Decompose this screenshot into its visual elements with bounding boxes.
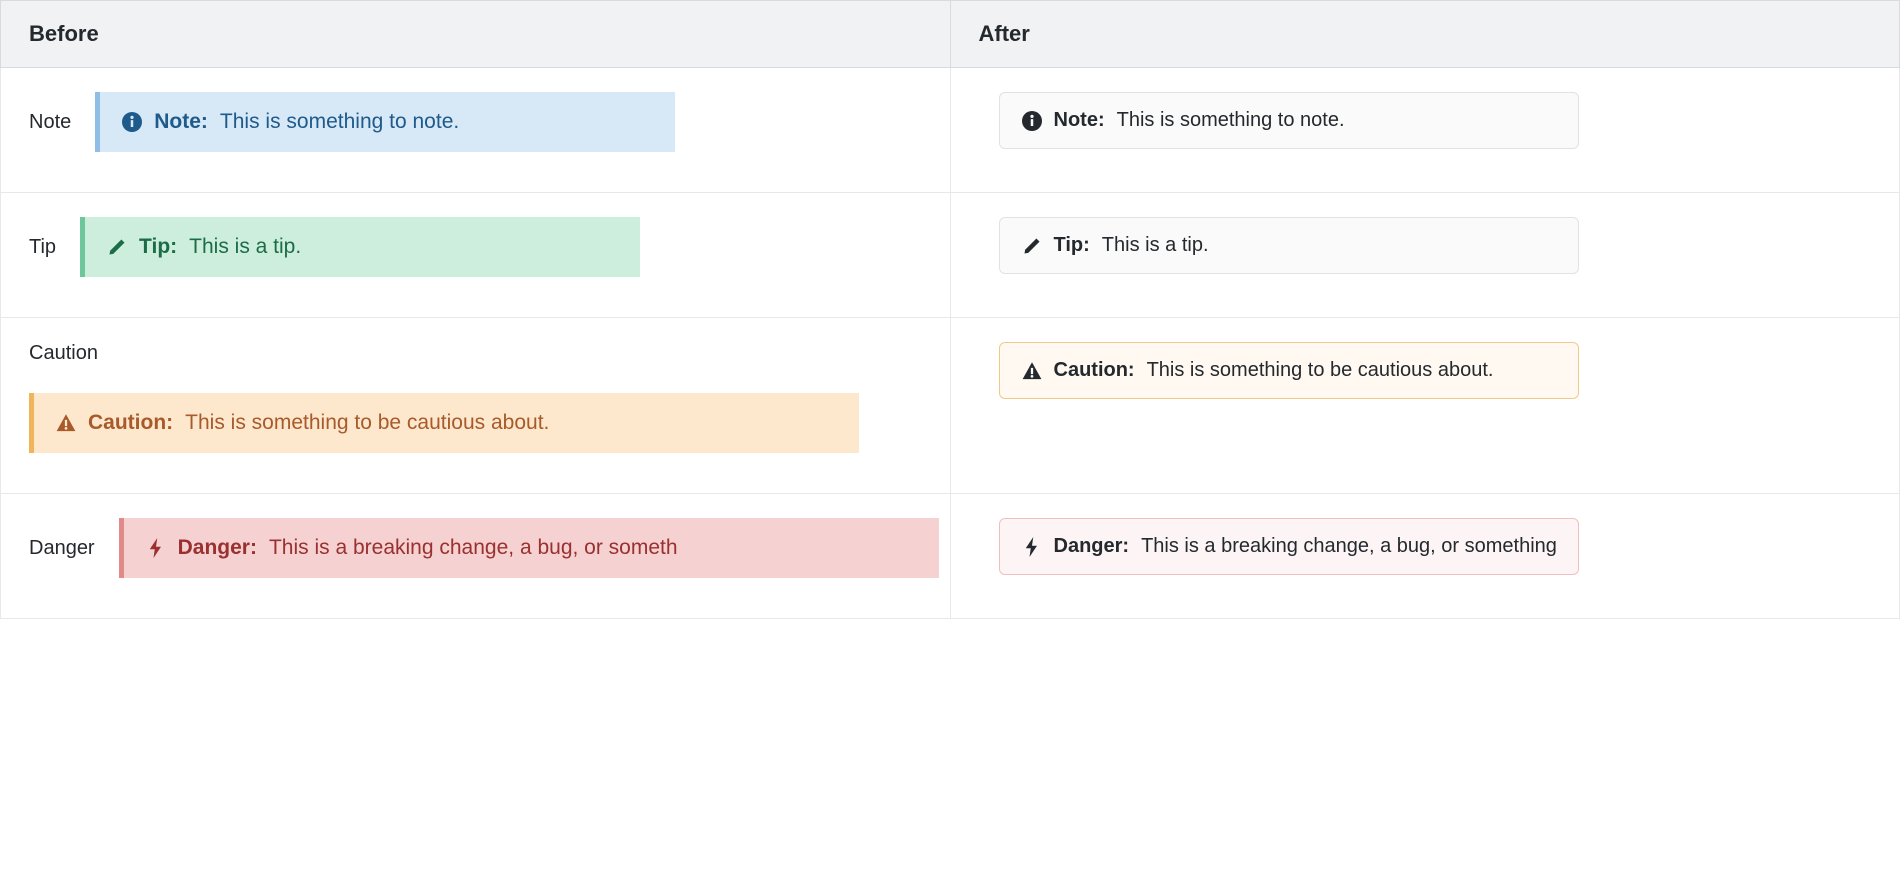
callout-caution-after: Caution: This is something to be cautiou…	[999, 342, 1579, 399]
callout-text: This is something to be cautious about.	[1147, 359, 1494, 382]
comparison-table: Before After Note Note: This is somethin…	[0, 0, 1900, 619]
callout-label: Danger:	[178, 536, 257, 560]
callout-text: This is something to note.	[1117, 109, 1345, 132]
row-label-tip: Tip	[29, 236, 56, 259]
info-circle-icon	[122, 112, 142, 132]
table-row: Tip Tip: This is a tip. Tip:	[1, 193, 1900, 318]
warning-triangle-icon	[1022, 361, 1042, 381]
table-row: Danger Danger: This is a breaking change…	[1, 494, 1900, 619]
callout-text: This is something to note.	[220, 110, 459, 134]
callout-label: Tip:	[1054, 234, 1090, 257]
callout-text: This is a tip.	[189, 235, 301, 259]
callout-label: Tip:	[139, 235, 177, 259]
callout-label: Note:	[154, 110, 208, 134]
callout-text: This is a tip.	[1102, 234, 1209, 257]
callout-note-after: Note: This is something to note.	[999, 92, 1579, 149]
warning-triangle-icon	[56, 413, 76, 433]
callout-label: Caution:	[1054, 359, 1135, 382]
callout-caution-before: Caution: This is something to be cautiou…	[29, 393, 859, 453]
info-circle-icon	[1022, 111, 1042, 131]
callout-danger-after: Danger: This is a breaking change, a bug…	[999, 518, 1579, 575]
callout-note-before: Note: This is something to note.	[95, 92, 675, 152]
lightning-icon	[1022, 537, 1042, 557]
lightning-icon	[146, 538, 166, 558]
table-row: Note Note: This is something to note.	[1, 68, 1900, 193]
callout-tip-after: Tip: This is a tip.	[999, 217, 1579, 274]
column-header-after: After	[950, 1, 1900, 68]
pencil-icon	[1022, 236, 1042, 256]
callout-label: Caution:	[88, 411, 173, 435]
callout-text: This is a breaking change, a bug, or som…	[269, 536, 678, 560]
row-label-danger: Danger	[29, 537, 95, 560]
callout-label: Danger:	[1054, 535, 1130, 558]
callout-label: Note:	[1054, 109, 1105, 132]
row-label-note: Note	[29, 111, 71, 134]
table-row: Caution Caution: This is something to be…	[1, 318, 1900, 494]
callout-text: This is a breaking change, a bug, or som…	[1141, 535, 1557, 558]
pencil-icon	[107, 237, 127, 257]
callout-danger-before: Danger: This is a breaking change, a bug…	[119, 518, 939, 578]
callout-tip-before: Tip: This is a tip.	[80, 217, 640, 277]
column-header-before: Before	[1, 1, 951, 68]
callout-text: This is something to be cautious about.	[185, 411, 549, 435]
row-label-caution: Caution	[29, 342, 940, 365]
